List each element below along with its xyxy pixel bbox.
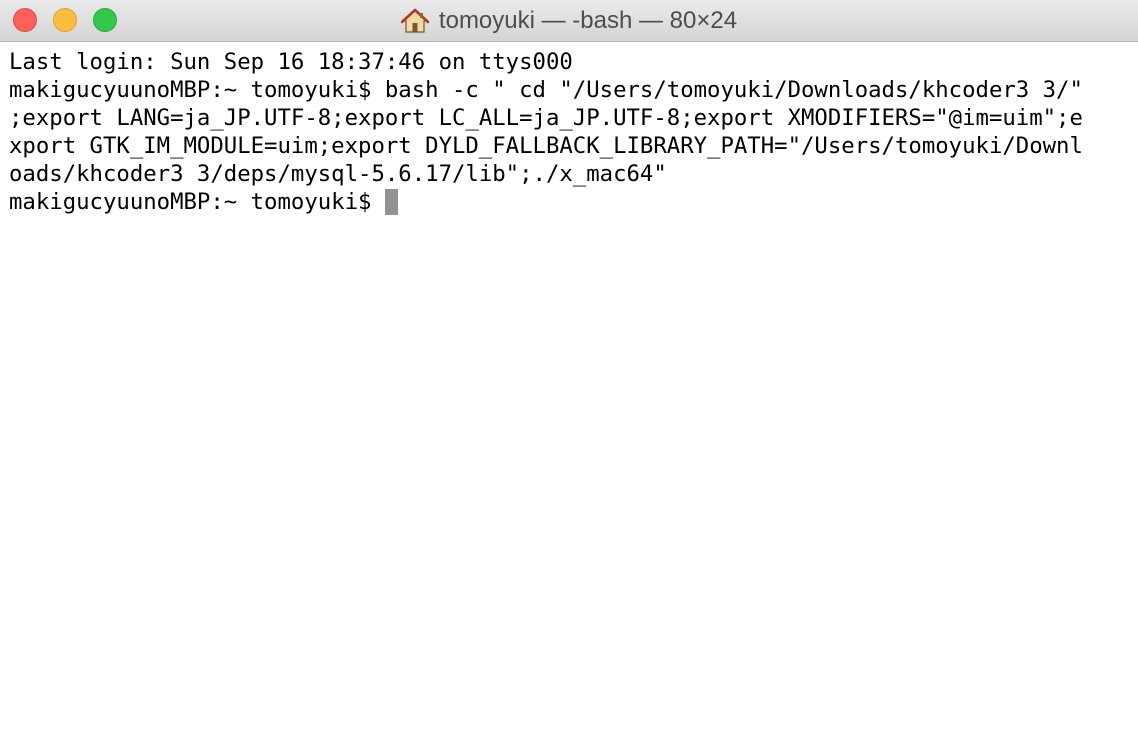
terminal-output[interactable]: Last login: Sun Sep 16 18:37:46 on ttys0… <box>0 42 1138 732</box>
terminal-line: ;export LANG=ja_JP.UTF-8;export LC_ALL=j… <box>9 105 1083 131</box>
window-title-container: tomoyuki — -bash — 80×24 <box>0 0 1138 42</box>
terminal-line: xport GTK_IM_MODULE=uim;export DYLD_FALL… <box>9 133 1083 159</box>
terminal-line: oads/khcoder3 3/deps/mysql-5.6.17/lib";.… <box>9 161 667 187</box>
shell-prompt: makigucyuunoMBP:~ tomoyuki$ <box>9 189 385 215</box>
window-title: tomoyuki — -bash — 80×24 <box>438 7 738 34</box>
terminal-line: Last login: Sun Sep 16 18:37:46 on ttys0… <box>9 49 573 75</box>
home-icon <box>400 8 429 33</box>
text-cursor <box>384 189 398 215</box>
terminal-window: tomoyuki — -bash — 80×24 Last login: Sun… <box>0 0 1138 732</box>
title-bar[interactable]: tomoyuki — -bash — 80×24 <box>0 0 1138 42</box>
prompt-line: makigucyuunoMBP:~ tomoyuki$ <box>9 188 1138 216</box>
terminal-line: makigucyuunoMBP:~ tomoyuki$ bash -c " cd… <box>9 77 1083 103</box>
